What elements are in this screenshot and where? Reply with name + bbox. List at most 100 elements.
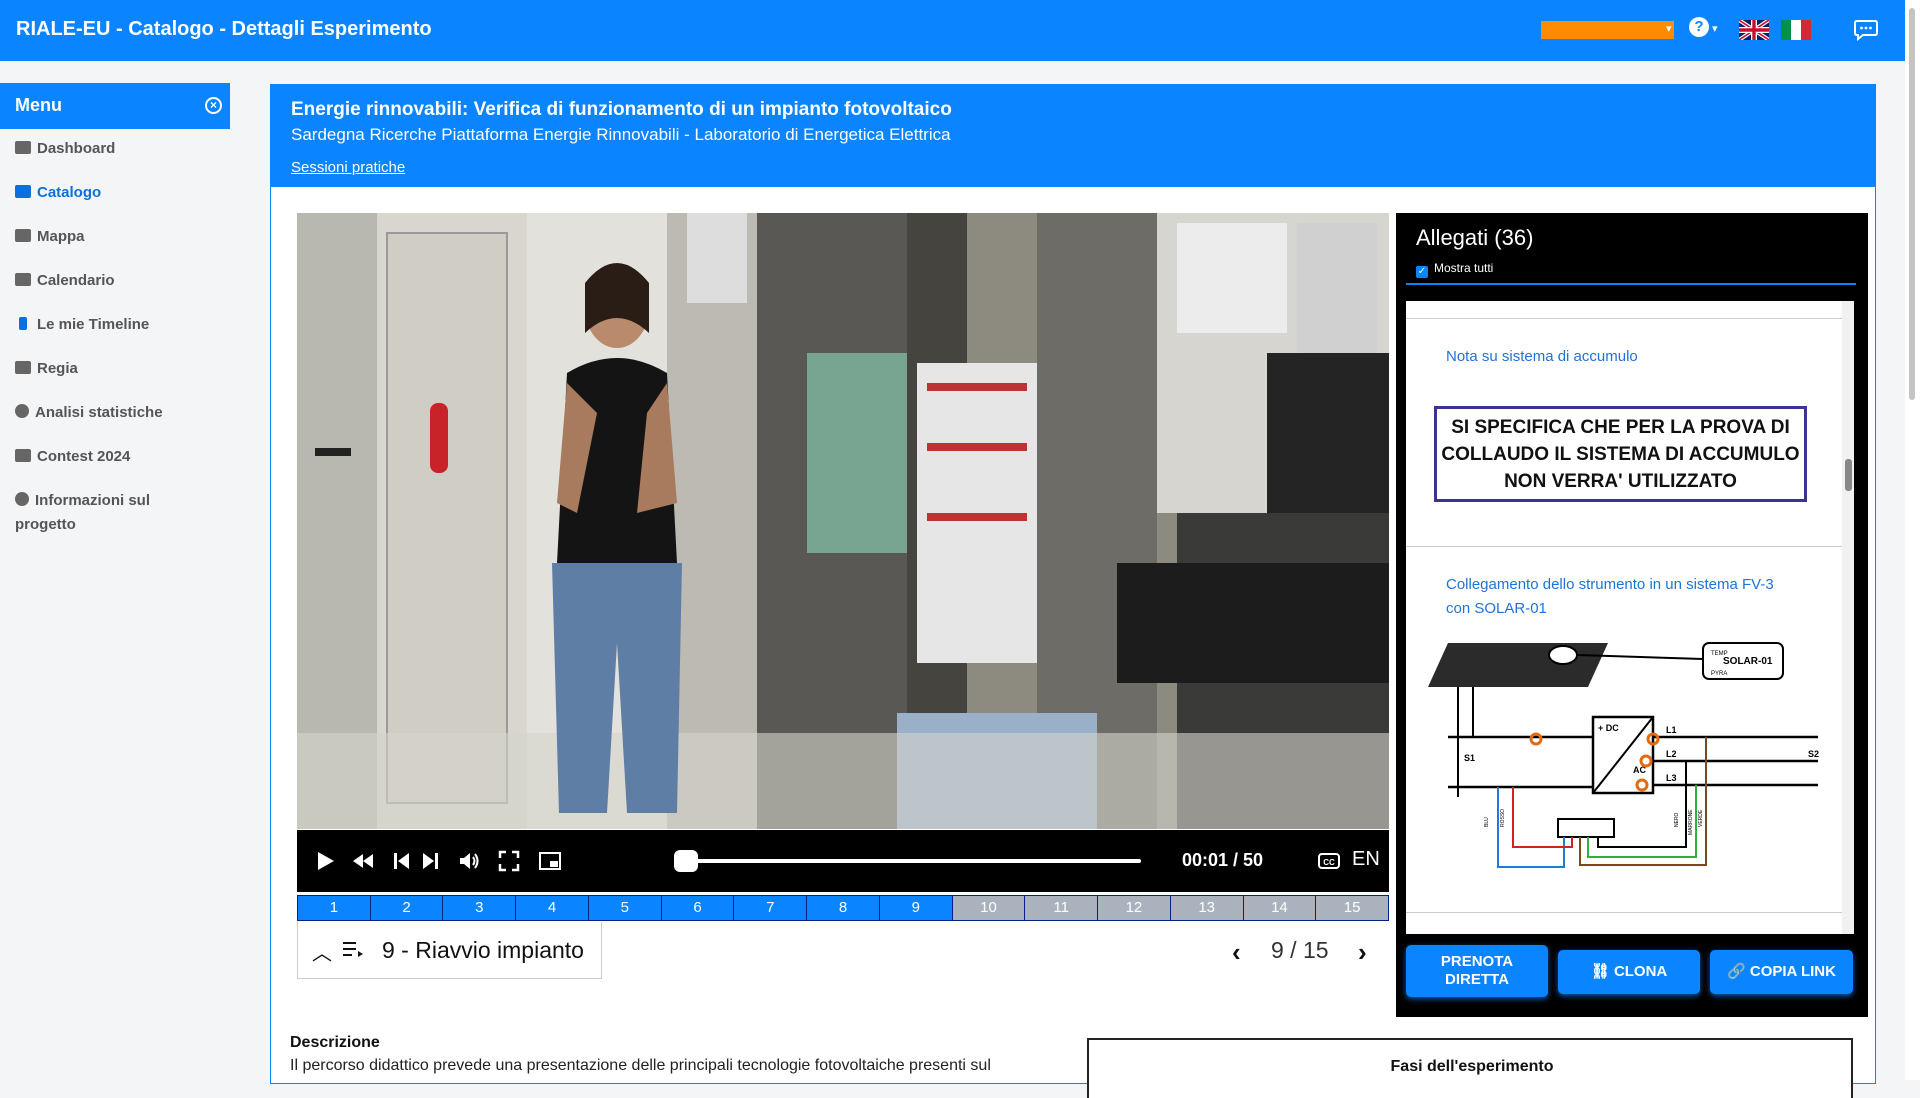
experiment-subtitle: Sardegna Ricerche Piattaforma Energie Ri… <box>291 125 951 144</box>
svg-text:BLU: BLU <box>1484 817 1490 827</box>
sidebar-item-calendario[interactable]: Calendario <box>15 269 225 293</box>
description-title: Descrizione <box>290 1034 380 1051</box>
svg-text:S2: S2 <box>1808 749 1819 759</box>
svg-text:L3: L3 <box>1666 773 1677 783</box>
help-caret-icon[interactable]: ▾ <box>1712 22 1718 35</box>
copia-link-button[interactable]: 🔗 COPIA LINK <box>1710 950 1853 994</box>
fullscreen-icon[interactable] <box>497 849 521 873</box>
prenota-diretta-button[interactable]: PRENOTA DIRETTA <box>1406 945 1548 997</box>
picture-in-picture-icon[interactable] <box>538 849 562 873</box>
seek-handle[interactable] <box>674 850 698 872</box>
attachments-scrollbar-thumb[interactable] <box>1845 459 1852 491</box>
pie-chart-icon <box>15 404 29 418</box>
svg-text:CC: CC <box>1323 858 1335 867</box>
svg-text:ROSSO: ROSSO <box>1500 809 1506 827</box>
chapter-selector[interactable]: ︿ 9 - Riavvio impianto <box>297 922 602 979</box>
seek-bar[interactable] <box>681 859 1141 863</box>
sidebar-item-analisi[interactable]: Analisi statistiche <box>15 401 225 425</box>
svg-text:PYRA: PYRA <box>1711 671 1727 677</box>
attachment-title[interactable]: Nota su sistema di accumulo <box>1446 345 1638 369</box>
top-bar: RIALE-EU - Catalogo - Dettagli Esperimen… <box>0 0 1905 61</box>
sidebar: Menu × Dashboard Catalogo Mappa Calendar… <box>0 83 230 1080</box>
user-menu-caret-icon[interactable]: ▾ <box>1666 22 1672 35</box>
sidebar-item-timeline[interactable]: Le mie Timeline <box>15 313 225 337</box>
segment-14[interactable]: 14 <box>1243 896 1317 920</box>
sidebar-item-dashboard[interactable]: Dashboard <box>15 137 225 161</box>
segment-5[interactable]: 5 <box>588 896 662 920</box>
help-icon[interactable]: ? <box>1689 17 1709 37</box>
show-all-checkbox[interactable]: ✓ Mostra tutti <box>1416 261 1493 278</box>
svg-text:VERDE: VERDE <box>1698 809 1704 827</box>
trophy-icon <box>15 449 31 462</box>
page-scrollbar-thumb[interactable] <box>1909 8 1915 400</box>
experiment-title: Energie rinnovabili: Verifica di funzion… <box>291 99 952 120</box>
note-box: SI SPECIFICA CHE PER LA PROVA DI COLLAUD… <box>1434 406 1807 502</box>
phases-title: Fasi dell'esperimento <box>1390 1058 1554 1075</box>
chevron-right-icon[interactable]: › <box>1358 937 1367 968</box>
chat-icon[interactable] <box>1854 19 1878 41</box>
sidebar-item-regia[interactable]: Regia <box>15 357 225 381</box>
wiring-diagram: TEMP SOLAR-01 PYRA + DC AC L1 L2 L3 S1 S… <box>1428 642 1819 868</box>
segment-6[interactable]: 6 <box>661 896 735 920</box>
segment-3[interactable]: 3 <box>443 896 517 920</box>
next-icon[interactable] <box>419 849 443 873</box>
rewind-icon[interactable] <box>351 849 375 873</box>
timeline-icon <box>19 317 27 330</box>
director-icon <box>15 361 31 374</box>
attachment-title[interactable]: Collegamento dello strumento in un siste… <box>1446 573 1774 621</box>
segment-4[interactable]: 4 <box>516 896 589 920</box>
segment-13[interactable]: 13 <box>1170 896 1244 920</box>
sidebar-item-informazioni[interactable]: Informazioni sul progetto <box>15 489 175 537</box>
attachments-divider <box>1406 283 1856 285</box>
map-icon <box>15 229 31 242</box>
list-item <box>1406 301 1842 319</box>
current-chapter: 9 - Riavvio impianto <box>382 937 584 963</box>
attachment-item-note[interactable]: Nota su sistema di accumulo SI SPECIFICA… <box>1406 319 1842 547</box>
closed-captions-icon[interactable]: CC <box>1317 849 1341 873</box>
chevron-up-icon[interactable]: ︿ <box>312 937 332 966</box>
video-frame[interactable] <box>297 213 1389 829</box>
calendar-icon <box>15 273 31 286</box>
chevron-left-icon[interactable]: ‹ <box>1232 937 1241 968</box>
segment-15[interactable]: 15 <box>1316 896 1389 920</box>
experiment-card: Energie rinnovabili: Verifica di funzion… <box>270 84 1876 1084</box>
svg-text:MARRONE: MARRONE <box>1688 809 1694 835</box>
user-menu[interactable] <box>1541 21 1674 39</box>
attachments-title: Allegati (36) <box>1416 225 1534 250</box>
uk-flag-icon[interactable] <box>1739 20 1769 40</box>
app-title: RIALE-EU - Catalogo - Dettagli Esperimen… <box>16 18 432 40</box>
briefcase-icon <box>15 141 31 154</box>
italy-flag-icon[interactable] <box>1781 20 1811 40</box>
phases-panel: Fasi dell'esperimento <box>1087 1038 1853 1098</box>
sidebar-item-contest[interactable]: Contest 2024 <box>15 445 225 469</box>
description-text: Il percorso didattico prevede una presen… <box>290 1057 991 1074</box>
checkbox-checked-icon[interactable]: ✓ <box>1416 266 1428 278</box>
segment-8[interactable]: 8 <box>807 896 880 920</box>
sidebar-item-mappa[interactable]: Mappa <box>15 225 225 249</box>
previous-icon[interactable] <box>389 849 413 873</box>
info-icon <box>15 492 29 506</box>
attachments-scrollbar[interactable] <box>1842 301 1854 934</box>
chapter-segments: 1 2 3 4 5 6 7 8 9 10 11 12 13 14 15 <box>297 895 1389 921</box>
clona-button[interactable]: ⛓ CLONA <box>1558 950 1700 994</box>
segment-9[interactable]: 9 <box>879 896 953 920</box>
close-menu-icon[interactable]: × <box>205 97 222 114</box>
sessions-link[interactable]: Sessioni pratiche <box>291 159 405 176</box>
link-icon: 🔗 <box>1727 963 1750 980</box>
attachments-panel: Allegati (36) ✓ Mostra tutti Nota su sist… <box>1396 213 1868 1017</box>
attachments-list[interactable]: Nota su sistema di accumulo SI SPECIFICA… <box>1406 301 1854 934</box>
sidebar-item-catalogo[interactable]: Catalogo <box>15 181 225 205</box>
volume-icon[interactable] <box>457 849 481 873</box>
svg-text:S1: S1 <box>1464 753 1475 763</box>
segment-7[interactable]: 7 <box>734 896 808 920</box>
segment-12[interactable]: 12 <box>1098 896 1171 920</box>
play-icon[interactable] <box>313 849 337 873</box>
caption-language[interactable]: EN <box>1352 848 1380 871</box>
segment-2[interactable]: 2 <box>370 896 444 920</box>
menu-title: Menu <box>15 95 62 115</box>
segment-11[interactable]: 11 <box>1025 896 1099 920</box>
segment-10[interactable]: 10 <box>952 896 1026 920</box>
segment-1[interactable]: 1 <box>298 896 371 920</box>
playlist-icon[interactable] <box>342 939 364 959</box>
svg-text:L2: L2 <box>1666 749 1677 759</box>
